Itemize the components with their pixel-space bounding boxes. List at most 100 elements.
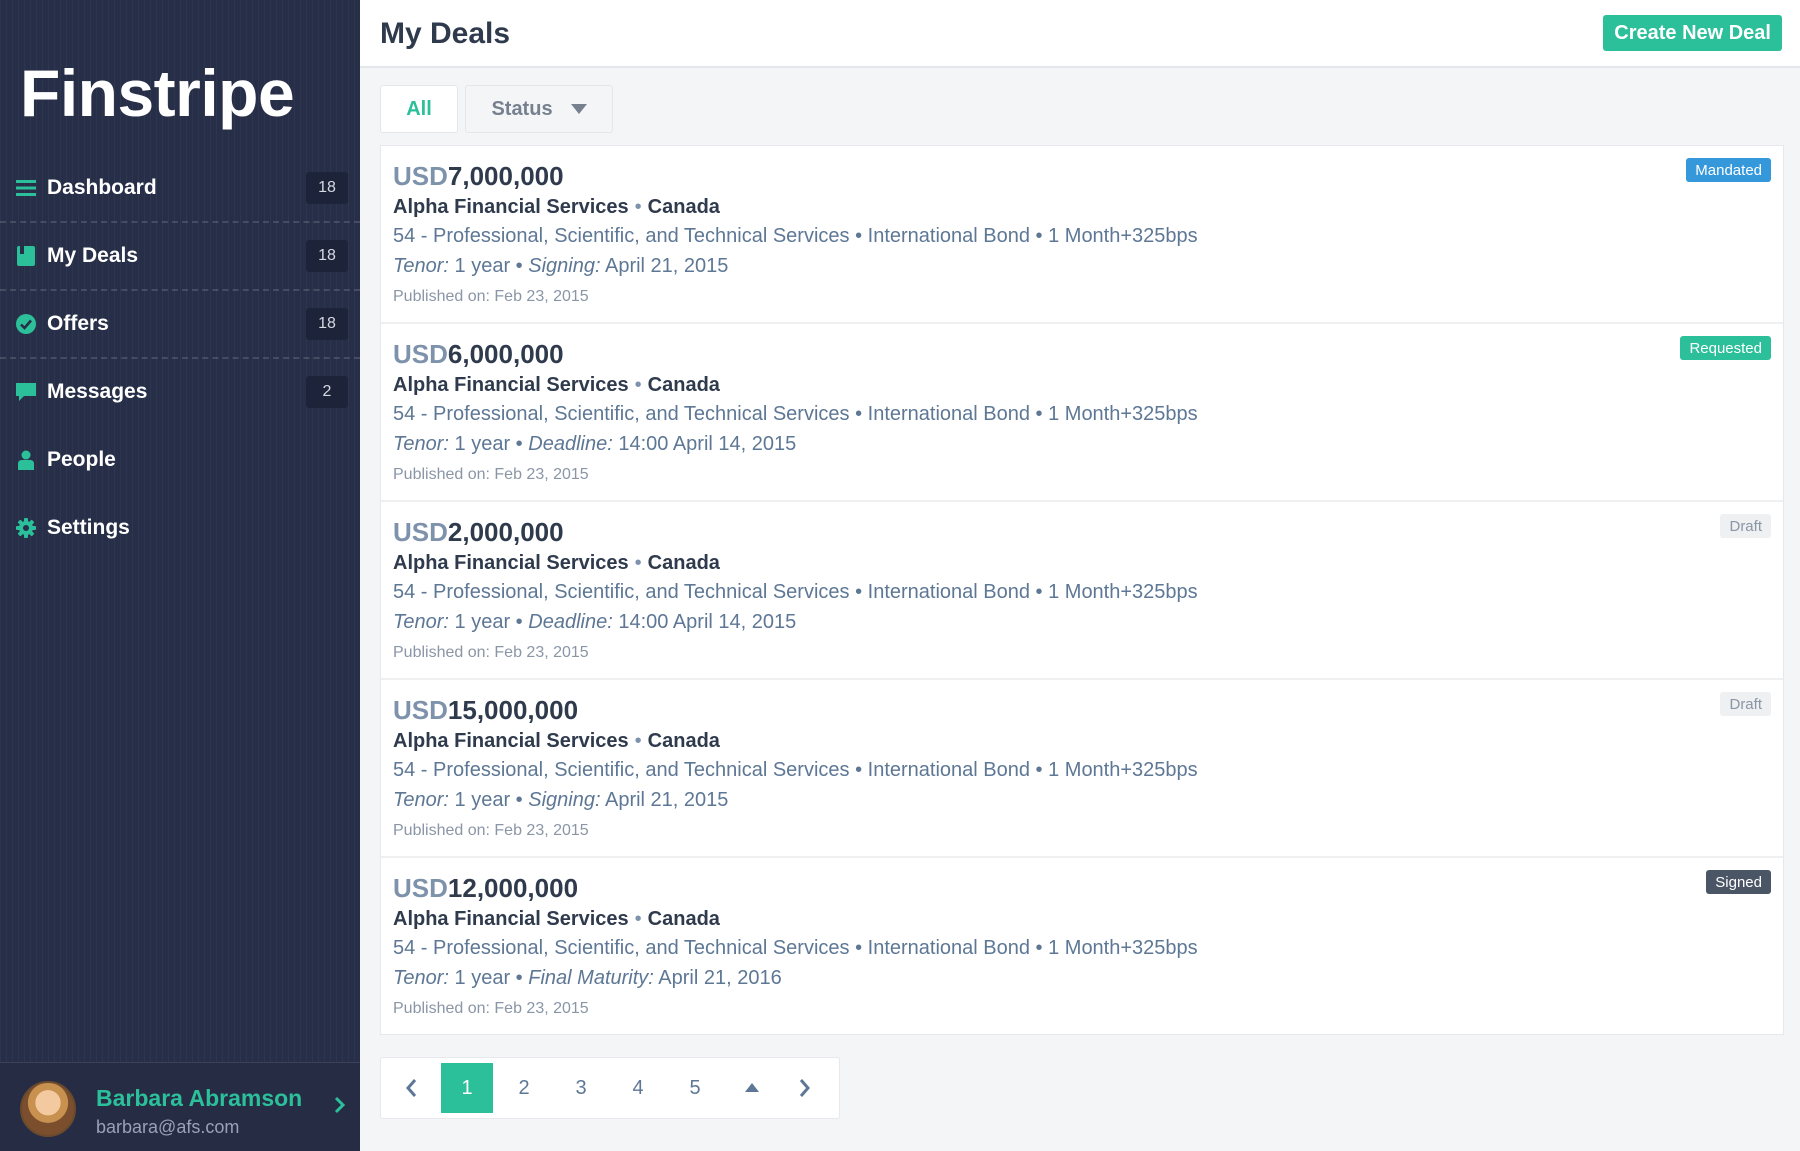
sidebar-item-offers[interactable]: Offers 18	[0, 291, 360, 359]
gear-icon	[15, 517, 37, 539]
book-icon	[15, 245, 37, 267]
deal-published: Published on: Feb 23, 2015	[393, 288, 589, 305]
app-logo[interactable]: Finstripe	[20, 55, 295, 131]
deal-currency: USD	[393, 873, 448, 903]
list-icon	[15, 177, 37, 199]
user-profile[interactable]: Barbara Abramson barbara@afs.com	[0, 1062, 360, 1151]
deal-currency: USD	[393, 695, 448, 725]
next-page-button[interactable]	[781, 1063, 829, 1113]
deal-amount-value: 2,000,000	[447, 517, 564, 547]
date-value: 14:00 April 14, 2015	[618, 611, 797, 633]
date-value: April 21, 2015	[604, 255, 729, 277]
count-badge: 18	[306, 240, 348, 272]
sidebar-item-label: People	[47, 448, 116, 471]
caret-up-icon	[745, 1083, 759, 1092]
deal-amount-value: 12,000,000	[447, 873, 579, 903]
company-name: Alpha Financial Services	[393, 730, 629, 752]
company-name: Alpha Financial Services	[393, 196, 629, 218]
deal-currency: USD	[393, 339, 448, 369]
page-5-button[interactable]: 5	[669, 1063, 721, 1113]
date-key: Final Maturity:	[528, 967, 654, 989]
page-4-button[interactable]: 4	[612, 1063, 664, 1113]
deal-company: Alpha Financial Services • Canada	[393, 908, 720, 931]
tenor-key: Tenor:	[393, 967, 449, 989]
status-badge: Requested	[1680, 336, 1771, 360]
company-name: Alpha Financial Services	[393, 908, 629, 930]
pagination: 1 2 3 4 5	[380, 1057, 840, 1119]
deal-sector: 54 - Professional, Scientific, and Techn…	[393, 759, 1198, 781]
deal-item[interactable]: USD15,000,000 Alpha Financial Services • C…	[381, 680, 1783, 858]
count-badge: 2	[306, 376, 348, 408]
sidebar-item-label: Dashboard	[47, 176, 157, 199]
deal-sector: 54 - Professional, Scientific, and Techn…	[393, 937, 1198, 959]
caret-down-icon	[570, 104, 587, 114]
company-country: Canada	[647, 730, 720, 752]
scroll-top-button[interactable]	[726, 1063, 778, 1113]
sidebar-nav: Dashboard 18 My Deals 18 Offers 18 Messa…	[0, 155, 360, 563]
page-3-button[interactable]: 3	[555, 1063, 607, 1113]
chevron-right-icon	[799, 1079, 810, 1097]
chevron-left-icon	[406, 1079, 417, 1097]
date-value: 14:00 April 14, 2015	[618, 433, 797, 455]
sidebar-item-dashboard[interactable]: Dashboard 18	[0, 155, 360, 223]
tenor-value: 1 year	[454, 433, 511, 455]
tenor-key: Tenor:	[393, 255, 449, 277]
avatar[interactable]	[20, 1081, 76, 1137]
filter-status-label: Status	[491, 97, 553, 120]
user-name: Barbara Abramson	[96, 1085, 303, 1111]
create-new-deal-button[interactable]: Create New Deal	[1603, 15, 1782, 51]
chevron-right-icon[interactable]	[334, 1095, 346, 1120]
deal-company: Alpha Financial Services • Canada	[393, 196, 720, 219]
sidebar-item-my-deals[interactable]: My Deals 18	[0, 223, 360, 291]
page-title: My Deals	[380, 17, 511, 50]
tenor-value: 1 year	[454, 789, 511, 811]
deal-amount-value: 15,000,000	[447, 695, 579, 725]
separator-dot: •	[634, 730, 642, 752]
page-2-button[interactable]: 2	[498, 1063, 550, 1113]
deal-item[interactable]: USD6,000,000 Alpha Financial Services • Ca…	[381, 324, 1783, 502]
filter-tabs: All Status	[380, 85, 613, 133]
sidebar-item-messages[interactable]: Messages 2	[0, 359, 360, 427]
count-badge: 18	[306, 172, 348, 204]
sidebar-item-label: Settings	[47, 516, 130, 539]
deal-company: Alpha Financial Services • Canada	[393, 374, 720, 397]
deal-amount: USD7,000,000	[393, 161, 564, 192]
page-header: My Deals Create New Deal	[360, 0, 1800, 68]
deal-company: Alpha Financial Services • Canada	[393, 730, 720, 753]
prev-page-button[interactable]	[391, 1063, 431, 1113]
date-value: April 21, 2015	[604, 789, 729, 811]
deal-published: Published on: Feb 23, 2015	[393, 1000, 589, 1017]
deal-terms: Tenor: 1 year • Final Maturity: April 21…	[393, 967, 782, 989]
filter-tab-all[interactable]: All	[380, 85, 458, 133]
company-name: Alpha Financial Services	[393, 552, 629, 574]
user-email: barbara@afs.com	[96, 1117, 240, 1137]
status-badge: Draft	[1720, 692, 1771, 716]
status-badge: Mandated	[1686, 158, 1771, 182]
deal-published: Published on: Feb 23, 2015	[393, 644, 589, 661]
sidebar-item-people[interactable]: People	[0, 427, 360, 495]
tenor-key: Tenor:	[393, 611, 449, 633]
deal-item[interactable]: USD12,000,000 Alpha Financial Services • C…	[381, 858, 1783, 1034]
separator-dot: •	[634, 552, 642, 574]
deal-published: Published on: Feb 23, 2015	[393, 466, 589, 483]
date-key: Deadline:	[528, 433, 613, 455]
count-badge: 18	[306, 308, 348, 340]
filter-status-dropdown[interactable]: Status	[465, 85, 613, 133]
separator-dot: •	[634, 908, 642, 930]
deal-published: Published on: Feb 23, 2015	[393, 822, 589, 839]
page-1-button[interactable]: 1	[441, 1063, 493, 1113]
company-name: Alpha Financial Services	[393, 374, 629, 396]
sidebar-item-label: Offers	[47, 312, 109, 335]
date-key: Signing:	[528, 255, 601, 277]
deal-amount: USD12,000,000	[393, 873, 578, 904]
company-country: Canada	[647, 908, 720, 930]
tenor-key: Tenor:	[393, 789, 449, 811]
deal-item[interactable]: USD2,000,000 Alpha Financial Services • Ca…	[381, 502, 1783, 680]
deal-amount-value: 7,000,000	[447, 161, 564, 191]
deal-amount: USD2,000,000	[393, 517, 564, 548]
sidebar-item-settings[interactable]: Settings	[0, 495, 360, 563]
date-key: Signing:	[528, 789, 601, 811]
deal-item[interactable]: USD7,000,000 Alpha Financial Services • Ca…	[381, 146, 1783, 324]
deal-terms: Tenor: 1 year • Deadline: 14:00 April 14…	[393, 433, 797, 455]
deal-terms: Tenor: 1 year • Signing: April 21, 2015	[393, 789, 729, 811]
